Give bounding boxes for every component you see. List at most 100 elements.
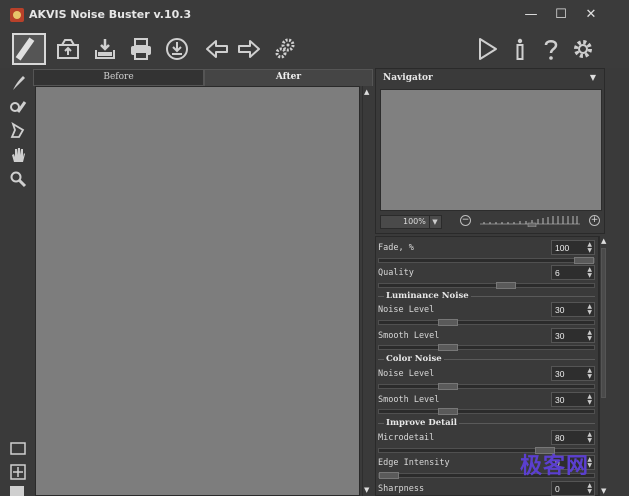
- color-smooth-label: Smooth Level: [378, 395, 440, 405]
- eraser-icon[interactable]: [9, 98, 27, 116]
- navigator-title: Navigator: [383, 73, 433, 83]
- luminance-noise-slider[interactable]: [378, 319, 595, 326]
- color-noise-slider[interactable]: [378, 383, 595, 390]
- section-title: Improve Detail: [384, 418, 460, 428]
- settings-gears-icon[interactable]: [272, 36, 298, 62]
- color-noise-stepper[interactable]: 30 ▲ ▼: [551, 366, 595, 381]
- color-noise-section: Color Noise: [378, 354, 595, 364]
- main-toolbar: [0, 30, 629, 68]
- spin-arrows-icon[interactable]: ▲ ▼: [587, 394, 592, 406]
- luminance-smooth-label: Smooth Level: [378, 331, 440, 341]
- luminance-smooth-value: 30: [555, 331, 565, 341]
- fade-slider[interactable]: [378, 257, 595, 264]
- settings-scrollbar[interactable]: ▲ ▼: [599, 236, 607, 496]
- logo-brush-icon[interactable]: [12, 33, 46, 65]
- microdetail-stepper[interactable]: 80 ▲ ▼: [551, 430, 595, 445]
- open-file-icon[interactable]: [55, 36, 81, 62]
- share-icon[interactable]: [164, 36, 190, 62]
- navigator-panel: Navigator ▼ 100% ▼ − +: [375, 68, 605, 234]
- section-title: Color Noise: [384, 354, 444, 364]
- luminance-noise-value: 30: [555, 305, 565, 315]
- image-canvas[interactable]: [35, 86, 360, 496]
- spin-arrows-icon[interactable]: ▲ ▼: [587, 432, 592, 444]
- color-noise-value: 30: [555, 369, 565, 379]
- color-smooth-slider[interactable]: [378, 408, 595, 415]
- info-icon[interactable]: [507, 36, 533, 62]
- color-smooth-value: 30: [555, 395, 565, 405]
- minimize-button[interactable]: —: [520, 5, 542, 25]
- title-bar: AKVIS Noise Buster v.10.3 — ☐ ✕: [0, 0, 629, 30]
- spin-arrows-icon[interactable]: ▲ ▼: [587, 330, 592, 342]
- frame-icon[interactable]: [9, 440, 27, 458]
- spin-arrows-icon[interactable]: ▲ ▼: [587, 483, 592, 495]
- window-title: AKVIS Noise Buster v.10.3: [29, 8, 192, 21]
- brush-icon[interactable]: [9, 74, 27, 92]
- improve-detail-section: Improve Detail: [378, 418, 595, 428]
- slider-thumb[interactable]: [437, 344, 458, 351]
- scroll-down-icon[interactable]: ▼: [364, 486, 369, 494]
- chevron-down-icon[interactable]: ▼: [429, 216, 440, 228]
- slider-thumb[interactable]: [437, 383, 458, 390]
- scroll-up-icon[interactable]: ▲: [364, 88, 369, 96]
- fade-stepper[interactable]: 100 ▲ ▼: [551, 240, 595, 255]
- microdetail-label: Microdetail: [378, 433, 435, 443]
- section-title: Luminance Noise: [384, 291, 471, 301]
- sharpness-label: Sharpness: [378, 484, 425, 494]
- tools-panel: [0, 68, 33, 496]
- slider-thumb[interactable]: [379, 472, 399, 479]
- hand-icon[interactable]: [9, 146, 27, 164]
- app-logo-icon: [10, 8, 24, 22]
- spin-arrows-icon[interactable]: ▲ ▼: [587, 368, 592, 380]
- color-swatch[interactable]: [10, 486, 24, 496]
- zoom-slider[interactable]: [480, 215, 580, 227]
- fade-label: Fade, %: [378, 243, 414, 253]
- help-icon[interactable]: [538, 36, 564, 62]
- scroll-up-icon[interactable]: ▲: [601, 237, 606, 245]
- spin-arrows-icon[interactable]: ▲ ▼: [587, 304, 592, 316]
- navigator-preview[interactable]: [380, 89, 602, 211]
- quality-stepper[interactable]: 6 ▲ ▼: [551, 265, 595, 280]
- panel-menu-icon[interactable]: ▼: [590, 73, 596, 82]
- slider-thumb[interactable]: [437, 408, 458, 415]
- microdetail-value: 80: [555, 433, 565, 443]
- history-brush-icon[interactable]: [9, 121, 27, 140]
- slider-thumb[interactable]: [496, 282, 516, 289]
- undo-arrow-icon[interactable]: [204, 36, 230, 62]
- luminance-smooth-stepper[interactable]: 30 ▲ ▼: [551, 328, 595, 343]
- spin-arrows-icon[interactable]: ▲ ▼: [587, 267, 592, 279]
- preferences-gear-icon[interactable]: [570, 36, 596, 62]
- zoom-in-button[interactable]: +: [589, 215, 600, 226]
- scrollbar-thumb[interactable]: [601, 248, 606, 398]
- fade-value: 100: [555, 243, 570, 253]
- print-icon[interactable]: [128, 36, 154, 62]
- tab-before[interactable]: Before: [33, 69, 204, 86]
- zoom-select[interactable]: 100% ▼: [380, 215, 442, 229]
- run-play-icon[interactable]: [474, 36, 500, 62]
- luminance-noise-label: Noise Level: [378, 305, 435, 315]
- zoom-icon[interactable]: [9, 170, 27, 188]
- quality-label: Quality: [378, 268, 414, 278]
- quality-slider[interactable]: [378, 282, 595, 289]
- scroll-down-icon[interactable]: ▼: [601, 487, 606, 495]
- color-noise-label: Noise Level: [378, 369, 435, 379]
- slider-thumb[interactable]: [574, 257, 594, 264]
- zoom-out-button[interactable]: −: [460, 215, 471, 226]
- sharpness-value: 0: [555, 484, 560, 494]
- luminance-smooth-slider[interactable]: [378, 344, 595, 351]
- redo-arrow-icon[interactable]: [236, 36, 262, 62]
- sharpness-stepper[interactable]: 0 ▲ ▼: [551, 481, 595, 496]
- spin-arrows-icon[interactable]: ▲ ▼: [587, 242, 592, 254]
- save-icon[interactable]: [92, 36, 118, 62]
- luminance-noise-stepper[interactable]: 30 ▲ ▼: [551, 302, 595, 317]
- canvas-scrollbar[interactable]: ▲ ▼: [362, 86, 372, 496]
- close-button[interactable]: ✕: [580, 5, 602, 25]
- watermark-logo: 极客网: [520, 453, 590, 479]
- color-smooth-stepper[interactable]: 30 ▲ ▼: [551, 392, 595, 407]
- edge-intensity-label: Edge Intensity: [378, 458, 450, 468]
- tab-after[interactable]: After: [204, 69, 373, 86]
- slider-thumb[interactable]: [437, 319, 458, 326]
- luminance-noise-section: Luminance Noise: [378, 291, 595, 301]
- maximize-button[interactable]: ☐: [550, 5, 572, 25]
- zoom-value: 100%: [403, 217, 426, 226]
- fit-icon[interactable]: [9, 463, 27, 481]
